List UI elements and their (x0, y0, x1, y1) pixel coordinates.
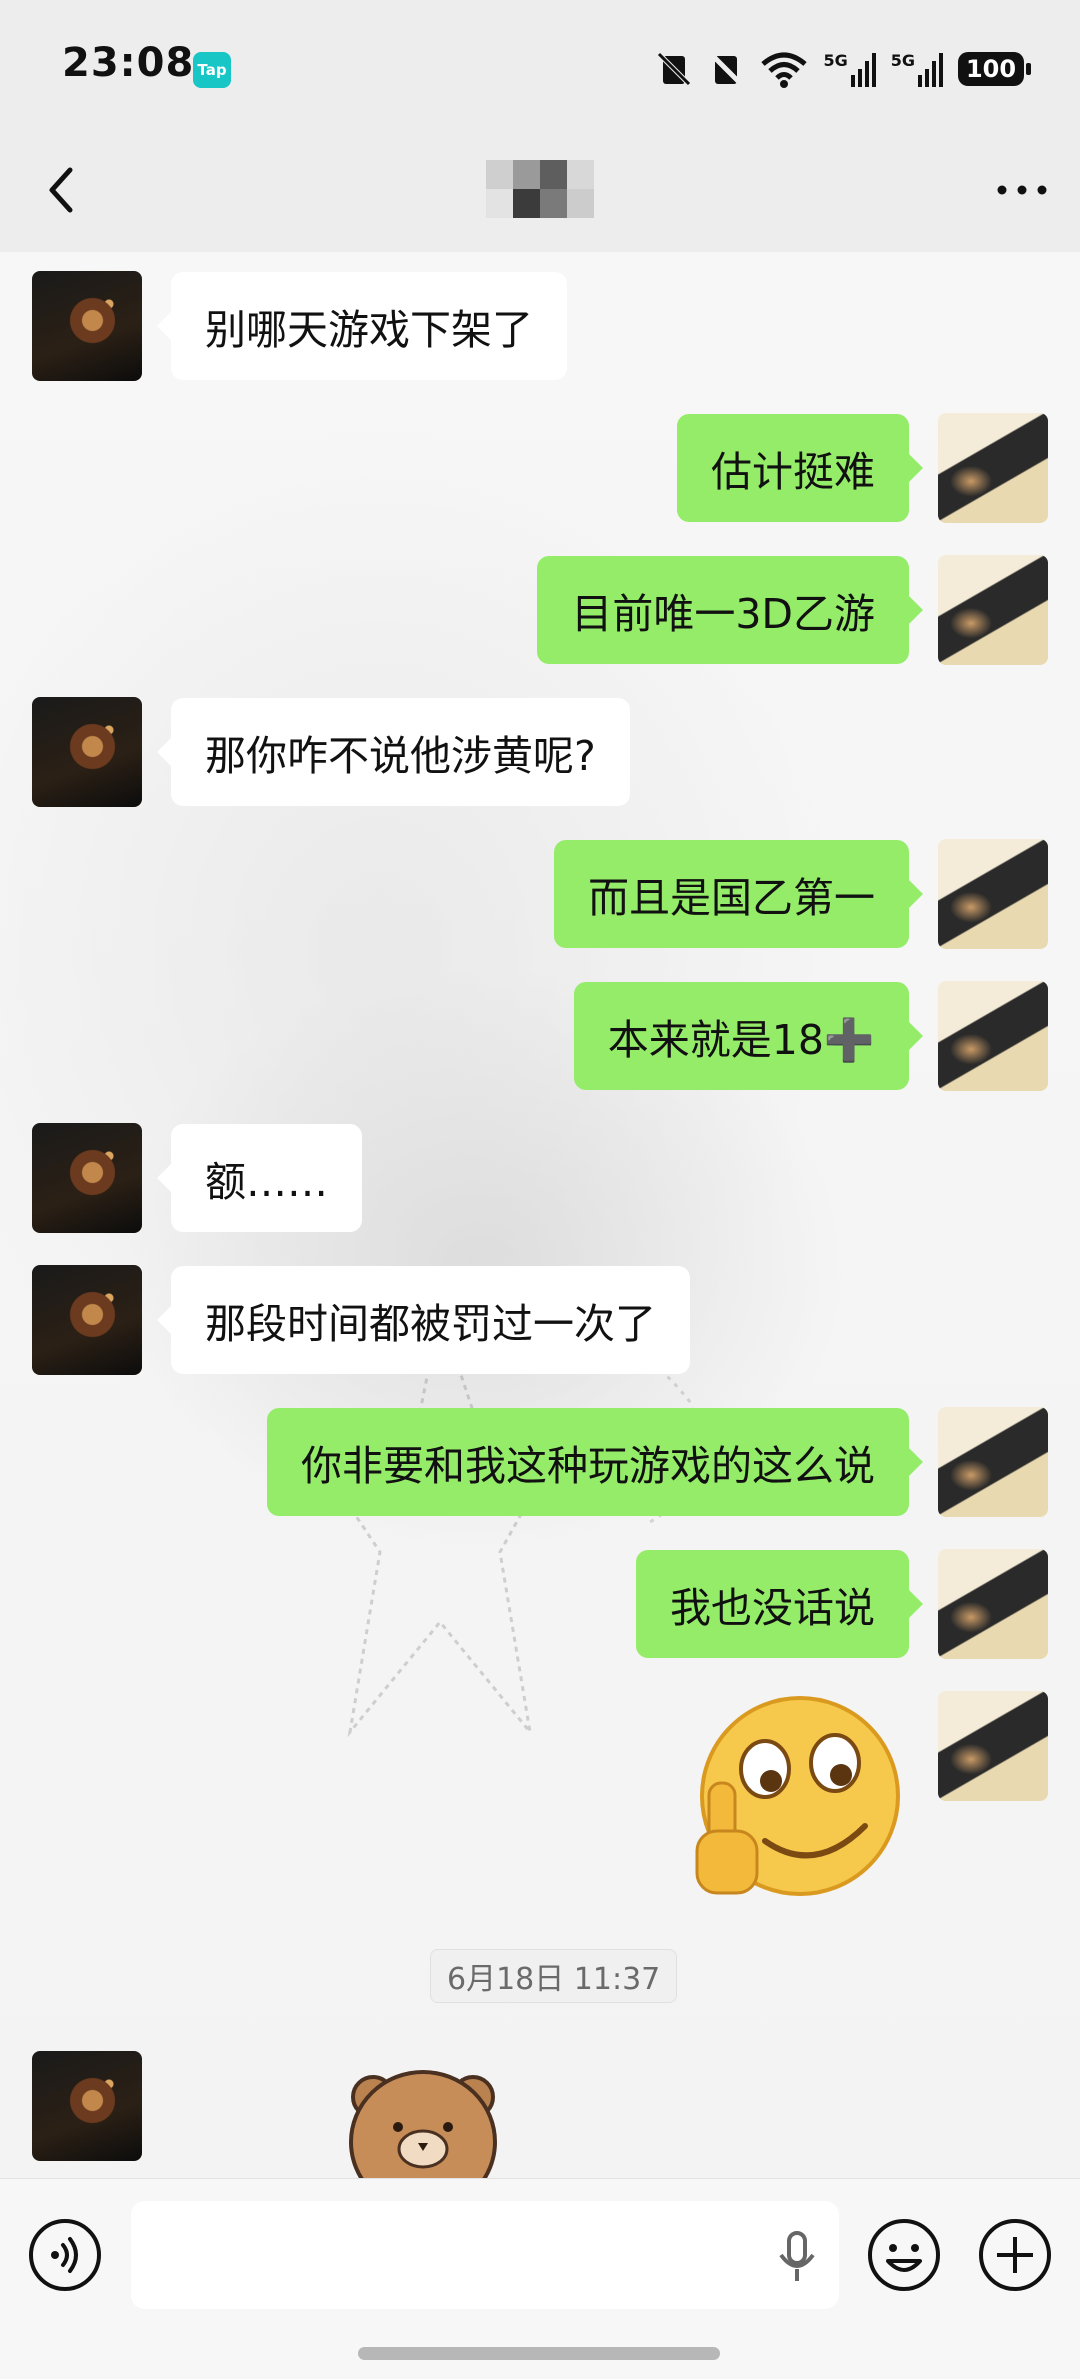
message-bubble-outgoing[interactable]: 我也没话说 (636, 1550, 923, 1658)
status-bar: 23:08 Tap 5G 5G 100 (0, 0, 1080, 130)
tap-app-badge: Tap (193, 52, 231, 88)
emoji-icon[interactable] (866, 2217, 942, 2293)
home-indicator[interactable] (358, 2347, 720, 2360)
self-avatar[interactable] (938, 1407, 1048, 1517)
self-avatar[interactable] (938, 981, 1048, 1091)
self-avatar[interactable] (938, 555, 1048, 665)
message-bubble-incoming[interactable]: 额…… (157, 1124, 362, 1232)
self-avatar[interactable] (938, 413, 1048, 523)
plus-icon[interactable] (977, 2217, 1053, 2293)
self-avatar[interactable] (938, 1691, 1048, 1801)
more-dots-icon[interactable] (992, 170, 1052, 210)
signal-bars-icon (850, 53, 876, 87)
battery-indicator: 100 (958, 52, 1031, 86)
message-input[interactable] (131, 2201, 839, 2309)
signal-5g-1: 5G (823, 51, 876, 87)
chat-input-bar (0, 2178, 1080, 2379)
contact-avatar[interactable] (32, 2051, 142, 2161)
notification-muted-icon (657, 52, 692, 86)
chevron-left-icon[interactable] (38, 160, 88, 220)
status-time: 23:08 (62, 40, 195, 86)
message-bubble-outgoing[interactable]: 估计挺难 (677, 414, 923, 522)
contact-avatar[interactable] (32, 697, 142, 807)
message-list[interactable]: 别哪天游戏下架了 估计挺难 目前唯一3D乙游 那你咋不说他涉黄呢? 而且是国乙第… (0, 252, 1080, 2178)
brown-bear-sticker[interactable] (348, 2067, 498, 2178)
message-bubble-outgoing[interactable]: 你非要和我这种玩游戏的这么说 (267, 1408, 923, 1516)
timestamp-divider: 6月18日 11:37 (430, 1949, 678, 2003)
message-bubble-outgoing[interactable]: 而且是国乙第一 (554, 840, 923, 948)
contact-avatar[interactable] (32, 1265, 142, 1375)
self-avatar[interactable] (938, 1549, 1048, 1659)
self-avatar[interactable] (938, 839, 1048, 949)
signal-bars-icon (918, 53, 943, 87)
signal-5g-2: 5G (891, 51, 944, 87)
chat-header (0, 130, 1080, 252)
sim-card-icon (709, 52, 744, 86)
message-bubble-incoming[interactable]: 别哪天游戏下架了 (157, 272, 567, 380)
message-bubble-incoming[interactable]: 那段时间都被罚过一次了 (157, 1266, 690, 1374)
message-bubble-incoming[interactable]: 那你咋不说他涉黄呢? (157, 698, 630, 806)
message-bubble-outgoing[interactable]: 本来就是18➕ (573, 982, 924, 1090)
network-label-1: 5G (823, 51, 848, 70)
contact-avatar[interactable] (32, 271, 142, 381)
message-bubble-outgoing[interactable]: 目前唯一3D乙游 (537, 556, 923, 664)
network-label-2: 5G (890, 51, 915, 70)
smirk-middle-finger-emoji[interactable] (695, 1691, 905, 1901)
voice-mode-icon[interactable] (27, 2217, 103, 2293)
status-icons: 5G 5G 100 (655, 46, 1031, 92)
contact-name-pixelated[interactable] (486, 160, 594, 218)
microphone-icon[interactable] (775, 2229, 819, 2285)
contact-avatar[interactable] (32, 1123, 142, 1233)
wifi-icon (761, 52, 808, 88)
